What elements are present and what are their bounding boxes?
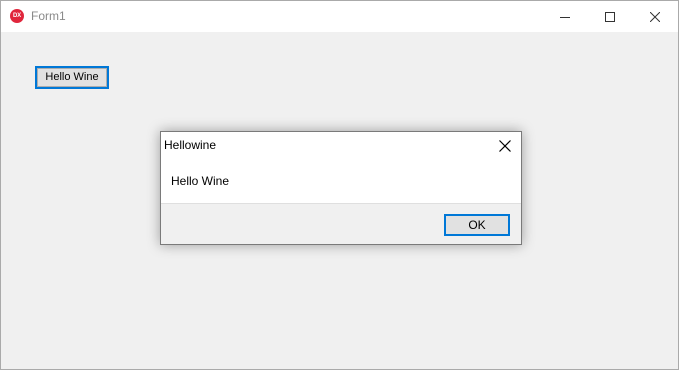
ok-button[interactable]: OK: [444, 214, 510, 236]
hello-wine-button[interactable]: Hello Wine: [35, 66, 109, 89]
hello-wine-button-label: Hello Wine: [45, 71, 99, 83]
maximize-button[interactable]: [587, 1, 633, 32]
close-icon: [650, 11, 660, 22]
title-bar[interactable]: DX Form1: [1, 1, 678, 32]
maximize-icon: [605, 11, 615, 22]
main-window: DX Form1 Hello Wine Hellowine Hello Wine…: [0, 0, 679, 370]
dialog-close-button[interactable]: [494, 135, 516, 157]
window-title: Form1: [31, 9, 66, 23]
close-button[interactable]: [632, 1, 678, 32]
minimize-icon: [560, 16, 570, 18]
minimize-button[interactable]: [542, 1, 588, 32]
app-icon: DX: [10, 9, 24, 23]
dialog-footer: OK: [161, 203, 521, 244]
dialog-message: Hello Wine: [171, 174, 230, 188]
dialog-title: Hellowine: [164, 138, 217, 152]
message-dialog: Hellowine Hello Wine OK: [160, 131, 522, 245]
close-icon: [499, 140, 511, 152]
